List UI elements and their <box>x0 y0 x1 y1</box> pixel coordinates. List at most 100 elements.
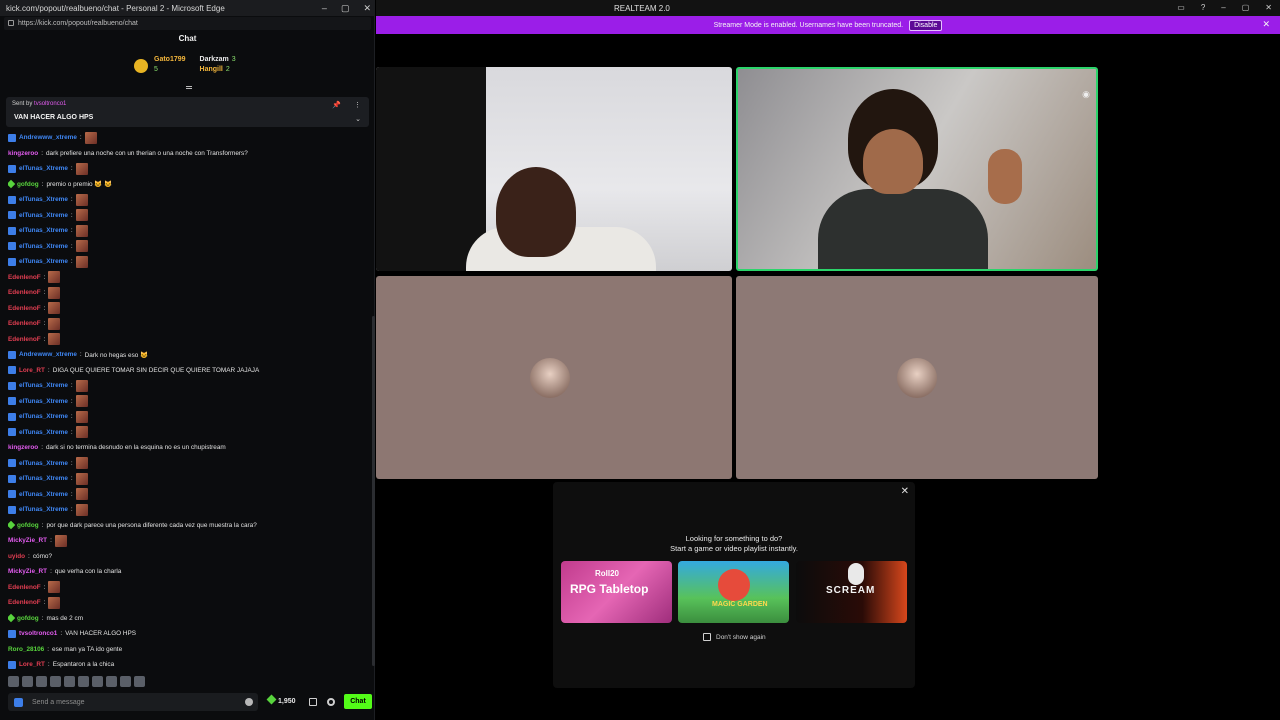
video-tile-4[interactable] <box>736 276 1098 479</box>
emote-image[interactable] <box>48 302 61 315</box>
video-tile-1[interactable] <box>376 67 732 271</box>
emote-image[interactable] <box>75 209 88 222</box>
emote-image[interactable] <box>48 317 61 330</box>
chat-username[interactable]: elTunas_Xtreme <box>19 382 68 389</box>
rpg-tabletop-card[interactable]: Roll20 RPG Tabletop <box>561 561 672 623</box>
emote-image[interactable] <box>75 472 88 485</box>
send-chat-button[interactable]: Chat <box>344 694 372 709</box>
emote-image[interactable] <box>48 333 61 346</box>
emote-image[interactable] <box>75 395 88 408</box>
emote-image[interactable] <box>75 426 88 439</box>
chat-username[interactable]: elTunas_Xtreme <box>19 398 68 405</box>
emote-image[interactable] <box>75 410 88 423</box>
chat-username[interactable]: elTunas_Xtreme <box>19 460 68 467</box>
filter-icon[interactable] <box>186 86 192 87</box>
emote-image[interactable] <box>84 131 97 144</box>
emote-image[interactable] <box>48 271 61 284</box>
close-icon[interactable]: ✕ <box>901 486 909 497</box>
emote-image[interactable] <box>75 457 88 470</box>
chat-username[interactable]: elTunas_Xtreme <box>19 243 68 250</box>
chat-scrollbar[interactable] <box>372 316 375 666</box>
chat-username[interactable]: elTunas_Xtreme <box>19 165 68 172</box>
chat-username[interactable]: Andrewww_xtreme <box>19 351 77 358</box>
close-icon[interactable]: ✕ <box>363 3 371 14</box>
chat-username[interactable]: elTunas_Xtreme <box>19 475 68 482</box>
chat-username[interactable]: elTunas_Xtreme <box>19 196 68 203</box>
emote-5[interactable] <box>64 676 75 687</box>
chat-username[interactable]: Lore_RT <box>19 661 45 668</box>
chat-username[interactable]: elTunas_Xtreme <box>19 258 68 265</box>
help-icon[interactable]: ? <box>1201 3 1205 12</box>
emote-image[interactable] <box>75 503 88 516</box>
chat-username[interactable]: EdenlenoF <box>8 599 41 606</box>
emote-3[interactable] <box>36 676 47 687</box>
emote-image[interactable] <box>54 534 67 547</box>
gear-icon[interactable] <box>327 698 335 706</box>
emote-image[interactable] <box>75 255 88 268</box>
pin-icon[interactable]: 📌 <box>332 101 341 109</box>
video-tile-3[interactable] <box>376 276 732 479</box>
close-banner-icon[interactable]: ✕ <box>1262 19 1270 30</box>
chat-username[interactable]: EdenlenoF <box>8 336 41 343</box>
emote-image[interactable] <box>48 596 61 609</box>
chat-username[interactable]: gofdog <box>17 615 39 622</box>
pinned-message[interactable]: Sent by tvsoltronco1 VAN HACER ALGO HPS … <box>6 97 369 127</box>
emote-10[interactable] <box>134 676 145 687</box>
emote-2[interactable] <box>22 676 33 687</box>
more-options-icon[interactable]: ⋮ <box>354 101 361 109</box>
chat-username[interactable]: MickyZie_RT <box>8 537 47 544</box>
minimize-icon[interactable]: – <box>322 3 327 13</box>
channel-points[interactable]: 1,950 <box>266 694 296 705</box>
chat-username[interactable]: kingzeroo <box>8 150 38 157</box>
chat-input[interactable]: Send a message <box>8 693 258 711</box>
emote-image[interactable] <box>48 286 61 299</box>
emote-4[interactable] <box>50 676 61 687</box>
emote-image[interactable] <box>75 224 88 237</box>
minimize-icon[interactable]: – <box>1221 3 1225 12</box>
emote-7[interactable] <box>92 676 103 687</box>
emote-image[interactable] <box>75 162 88 175</box>
disable-streamer-mode-button[interactable]: Disable <box>909 19 943 31</box>
emote-6[interactable] <box>78 676 89 687</box>
address-bar[interactable]: https://kick.com/popout/realbueno/chat <box>4 17 371 30</box>
profile-icon[interactable] <box>14 698 23 707</box>
chat-username[interactable]: tvsoltronco1 <box>19 630 57 637</box>
gift-leaderboard[interactable]: Gato1799 5 Darkzam 3 Hangill 2 <box>134 56 236 84</box>
maximize-icon[interactable]: ▢ <box>1242 3 1250 12</box>
scream-card[interactable]: SCREAM <box>796 561 907 623</box>
chat-username[interactable]: Roro_28106 <box>8 646 44 653</box>
chat-username[interactable]: uyido <box>8 553 25 560</box>
emote-image[interactable] <box>75 488 88 501</box>
chat-username[interactable]: EdenlenoF <box>8 274 41 281</box>
emote-image[interactable] <box>75 379 88 392</box>
chat-username[interactable]: Lore_RT <box>19 367 45 374</box>
magic-garden-card[interactable]: MAGIC GARDEN <box>678 561 789 623</box>
window-layout-icon[interactable]: ▭ <box>1177 3 1185 12</box>
chat-message-list[interactable]: Andrewww_xtreme: kingzeroo: dark prefiere … <box>8 130 363 670</box>
emote-image[interactable] <box>75 193 88 206</box>
dont-show-again-checkbox[interactable]: Don't show again <box>703 633 766 641</box>
checkbox-icon[interactable] <box>703 633 711 641</box>
chat-username[interactable]: EdenlenoF <box>8 584 41 591</box>
emote-8[interactable] <box>106 676 117 687</box>
maximize-icon[interactable]: ▢ <box>341 3 350 14</box>
emoji-icon[interactable] <box>245 698 253 706</box>
emote-1[interactable] <box>8 676 19 687</box>
chat-username[interactable]: EdenlenoF <box>8 305 41 312</box>
chat-username[interactable]: elTunas_Xtreme <box>19 227 68 234</box>
chat-username[interactable]: elTunas_Xtreme <box>19 212 68 219</box>
video-tile-2-speaking[interactable]: ◉ <box>736 67 1098 271</box>
chat-username[interactable]: kingzeroo <box>8 444 38 451</box>
chat-username[interactable]: MickyZie_RT <box>8 568 47 575</box>
chat-username[interactable]: gofdog <box>17 522 39 529</box>
emote-image[interactable] <box>48 581 61 594</box>
chat-username[interactable]: elTunas_Xtreme <box>19 491 68 498</box>
chat-username[interactable]: elTunas_Xtreme <box>19 506 68 513</box>
emote-image[interactable] <box>75 240 88 253</box>
chat-username[interactable]: EdenlenoF <box>8 289 41 296</box>
chevron-down-icon[interactable]: ⌄ <box>355 115 361 123</box>
gift-icon[interactable] <box>309 698 317 706</box>
emote-9[interactable] <box>120 676 131 687</box>
close-icon[interactable]: ✕ <box>1265 3 1272 12</box>
chat-username[interactable]: elTunas_Xtreme <box>19 429 68 436</box>
